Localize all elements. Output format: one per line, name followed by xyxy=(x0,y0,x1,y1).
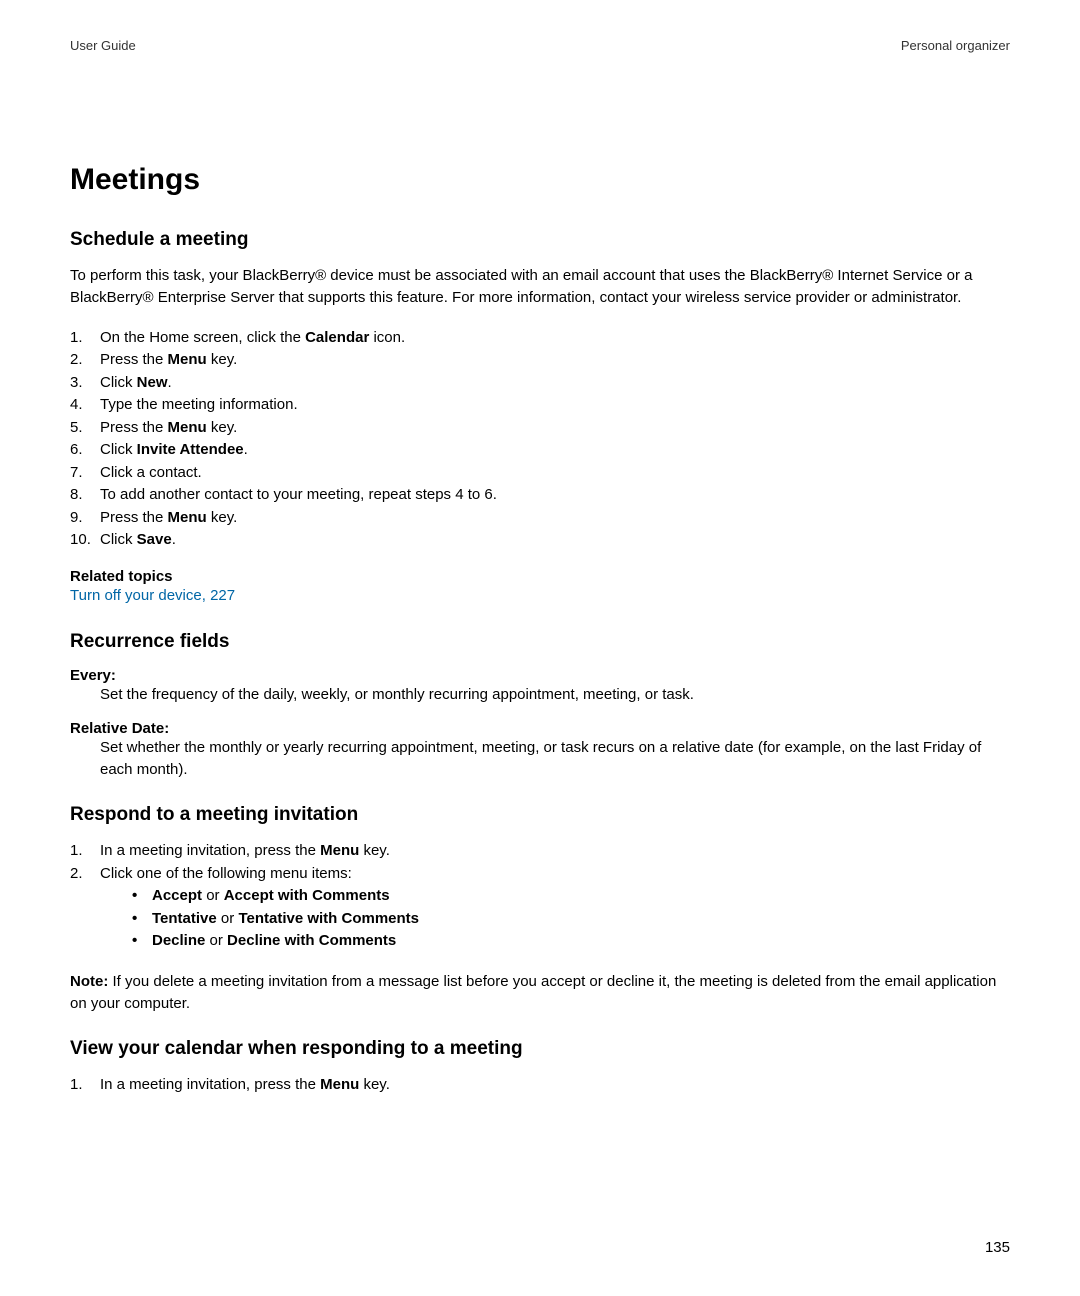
recurrence-heading: Recurrence fields xyxy=(70,631,1010,653)
list-item: To add another contact to your meeting, … xyxy=(70,484,1010,507)
list-item: In a meeting invitation, press the Menu … xyxy=(70,840,1010,863)
list-item: In a meeting invitation, press the Menu … xyxy=(70,1074,1010,1097)
list-item: Press the Menu key. xyxy=(70,507,1010,530)
document-page: User Guide Personal organizer Meetings S… xyxy=(0,0,1080,1296)
respond-steps: In a meeting invitation, press the Menu … xyxy=(70,840,1010,953)
respond-note: Note: If you delete a meeting invitation… xyxy=(70,971,1010,1015)
viewcal-steps: In a meeting invitation, press the Menu … xyxy=(70,1074,1010,1097)
respond-heading: Respond to a meeting invitation xyxy=(70,804,1010,826)
list-item: Type the meeting information. xyxy=(70,394,1010,417)
list-item: Press the Menu key. xyxy=(70,417,1010,440)
related-topics-heading: Related topics xyxy=(70,568,1010,585)
header-left: User Guide xyxy=(70,38,136,53)
def-term: Relative Date: xyxy=(70,720,1010,737)
page-title: Meetings xyxy=(70,163,1010,197)
list-item: Press the Menu key. xyxy=(70,349,1010,372)
page-header: User Guide Personal organizer xyxy=(70,38,1010,53)
recurrence-definitions: Every: Set the frequency of the daily, w… xyxy=(70,667,1010,780)
list-item: Tentative or Tentative with Comments xyxy=(130,908,1010,931)
list-item: Click one of the following menu items: A… xyxy=(70,863,1010,953)
respond-bullets: Accept or Accept with Comments Tentative… xyxy=(100,885,1010,953)
list-item: On the Home screen, click the Calendar i… xyxy=(70,327,1010,350)
header-right: Personal organizer xyxy=(901,38,1010,53)
page-number: 135 xyxy=(985,1239,1010,1256)
list-item: Click New. xyxy=(70,372,1010,395)
def-text: Set whether the monthly or yearly recurr… xyxy=(70,737,1010,781)
schedule-steps: On the Home screen, click the Calendar i… xyxy=(70,327,1010,552)
schedule-intro: To perform this task, your BlackBerry® d… xyxy=(70,265,1010,309)
related-topic-link[interactable]: Turn off your device, 227 xyxy=(70,585,1010,608)
list-item: Decline or Decline with Comments xyxy=(130,930,1010,953)
list-item: Click Save. xyxy=(70,529,1010,552)
list-item: Click a contact. xyxy=(70,462,1010,485)
list-item: Accept or Accept with Comments xyxy=(130,885,1010,908)
def-term: Every: xyxy=(70,667,1010,684)
list-item: Click Invite Attendee. xyxy=(70,439,1010,462)
def-text: Set the frequency of the daily, weekly, … xyxy=(70,684,1010,706)
viewcal-heading: View your calendar when responding to a … xyxy=(70,1038,1010,1060)
schedule-heading: Schedule a meeting xyxy=(70,229,1010,251)
